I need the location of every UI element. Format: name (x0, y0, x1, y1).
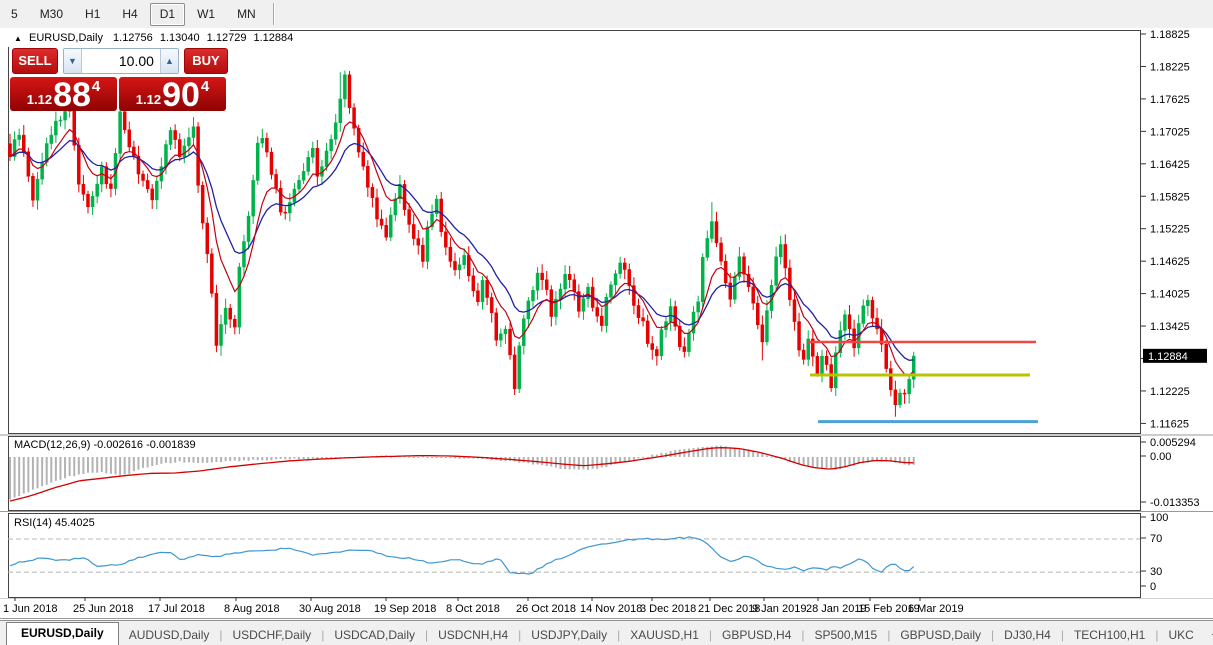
volume-increase-icon[interactable]: ▲ (160, 49, 178, 73)
rsi-indicator-label: RSI(14) 45.4025 (14, 517, 95, 529)
chart-tab-usdjpy-daily[interactable]: USDJPY,Daily (521, 625, 617, 645)
chart-tab-usdchf-daily[interactable]: USDCHF,Daily (223, 625, 322, 645)
sell-price-big: 88 (53, 80, 91, 110)
svg-text:1.14025: 1.14025 (1150, 289, 1190, 301)
timeframe-button-m30[interactable]: M30 (30, 3, 73, 26)
volume-decrease-icon[interactable]: ▼ (64, 49, 82, 73)
chart-tab-usdcnh-h4[interactable]: USDCNH,H4 (428, 625, 518, 645)
svg-text:1.15225: 1.15225 (1150, 224, 1190, 236)
svg-text:30: 30 (1150, 566, 1162, 578)
one-click-trading-panel: ▲ EURUSD,Daily 1.12756 1.13040 1.12729 1… (8, 30, 230, 111)
ohlc-close: 1.12884 (254, 32, 294, 44)
timeframe-button-w1[interactable]: W1 (187, 3, 225, 26)
sell-price-small: 1.12 (27, 92, 52, 107)
chart-tab-eurusd-daily[interactable]: EURUSD,Daily (6, 622, 119, 645)
svg-text:1.11625: 1.11625 (1150, 418, 1189, 430)
timeframe-button-mn[interactable]: MN (227, 3, 266, 26)
svg-text:1.16425: 1.16425 (1150, 159, 1190, 171)
svg-text:9 Jan 2019: 9 Jan 2019 (752, 603, 806, 615)
chart-tab-gbpusd-daily[interactable]: GBPUSD,Daily (890, 625, 991, 645)
chart-area[interactable]: 1.18825 1.18225 1.17625 1.17025 1.16425 1.158… (0, 28, 1213, 620)
svg-text:1.18225: 1.18225 (1150, 61, 1190, 73)
ohlc-low: 1.12729 (207, 32, 247, 44)
timeframe-toolbar: 5M30H1H4D1W1MN (0, 0, 1213, 29)
volume-stepper: ▼ 10.00 ▲ (63, 48, 179, 74)
svg-text:8 Aug 2018: 8 Aug 2018 (224, 603, 280, 615)
chart-tab-audusd-daily[interactable]: AUDUSD,Daily (119, 625, 220, 645)
mt4-window: 5M30H1H4D1W1MN 1.18825 1.18225 1.17625 1.17… (0, 0, 1213, 645)
svg-text:1.14625: 1.14625 (1150, 256, 1190, 268)
ohlc-high: 1.13040 (160, 32, 200, 44)
svg-text:0.005294: 0.005294 (1150, 437, 1196, 449)
svg-text:1.17625: 1.17625 (1150, 94, 1190, 106)
svg-text:1.18825: 1.18825 (1150, 29, 1190, 41)
volume-input[interactable]: 10.00 (82, 49, 160, 73)
buy-button[interactable]: BUY (184, 48, 228, 74)
buy-price-small: 1.12 (136, 92, 161, 107)
toolbar-separator (273, 3, 274, 25)
svg-text:1.13425: 1.13425 (1150, 321, 1190, 333)
svg-text:1.15825: 1.15825 (1150, 191, 1190, 203)
symbol-label: EURUSD,Daily (29, 32, 103, 44)
svg-text:1.12884: 1.12884 (1148, 351, 1188, 363)
chart-ohlc-header[interactable]: ▲ EURUSD,Daily 1.12756 1.13040 1.12729 1… (8, 30, 230, 47)
svg-text:100: 100 (1150, 512, 1168, 524)
svg-text:-0.013353: -0.013353 (1150, 497, 1200, 509)
svg-text:25 Jun 2018: 25 Jun 2018 (73, 603, 134, 615)
macd-indicator-label: MACD(12,26,9) -0.002616 -0.001839 (14, 439, 196, 451)
svg-text:1.17025: 1.17025 (1150, 126, 1190, 138)
svg-text:14 Nov 2018: 14 Nov 2018 (580, 603, 642, 615)
timeframe-button-h1[interactable]: H1 (75, 3, 110, 26)
chart-tab-bar: EURUSD,DailyAUDUSD,Daily|USDCHF,Daily|US… (0, 620, 1213, 645)
sell-price-sup: 4 (92, 78, 100, 95)
buy-price-sup: 4 (201, 78, 209, 95)
buy-price-big: 90 (162, 80, 200, 110)
chart-tab-tech100-h1[interactable]: TECH100,H1 (1064, 625, 1155, 645)
svg-text:1.12225: 1.12225 (1150, 386, 1190, 398)
timeframe-button-h4[interactable]: H4 (112, 3, 147, 26)
svg-text:0.00: 0.00 (1150, 451, 1171, 463)
ohlc-open: 1.12756 (113, 32, 153, 44)
price-chart-canvas[interactable]: 1.18825 1.18225 1.17625 1.17025 1.16425 1.158… (0, 28, 1213, 620)
svg-text:19 Sep 2018: 19 Sep 2018 (374, 603, 436, 615)
chart-tab-usdcad-daily[interactable]: USDCAD,Daily (324, 625, 425, 645)
svg-text:1 Jun 2018: 1 Jun 2018 (3, 603, 57, 615)
svg-text:70: 70 (1150, 533, 1162, 545)
chart-tab-dj30-h4[interactable]: DJ30,H4 (994, 625, 1061, 645)
svg-text:6 Mar 2019: 6 Mar 2019 (908, 603, 964, 615)
chart-tab-gbpusd-h4[interactable]: GBPUSD,H4 (712, 625, 801, 645)
sell-price-panel[interactable]: 1.12 88 4 (10, 77, 117, 111)
buy-price-panel[interactable]: 1.12 90 4 (119, 77, 226, 111)
timeframe-button-d1[interactable]: D1 (150, 3, 185, 26)
tab-scroll-left-icon[interactable]: ◄ (1204, 629, 1213, 639)
svg-text:30 Aug 2018: 30 Aug 2018 (299, 603, 361, 615)
svg-text:26 Oct 2018: 26 Oct 2018 (516, 603, 576, 615)
svg-text:8 Oct 2018: 8 Oct 2018 (446, 603, 500, 615)
svg-text:17 Jul 2018: 17 Jul 2018 (148, 603, 205, 615)
tab-scroll-arrows: ◄► (1204, 621, 1213, 645)
sell-button[interactable]: SELL (12, 48, 58, 74)
svg-text:0: 0 (1150, 581, 1156, 593)
chart-tab-sp500-m15[interactable]: SP500,M15 (805, 625, 888, 645)
svg-text:3 Dec 2018: 3 Dec 2018 (640, 603, 696, 615)
date-axis[interactable]: 1 Jun 2018 25 Jun 2018 17 Jul 2018 8 Aug 20… (3, 603, 964, 615)
collapse-icon[interactable]: ▲ (14, 34, 22, 43)
chart-tab-ukc[interactable]: UKC (1158, 625, 1203, 645)
timeframe-button-5[interactable]: 5 (1, 3, 28, 26)
chart-tab-xauusd-h1[interactable]: XAUUSD,H1 (620, 625, 709, 645)
